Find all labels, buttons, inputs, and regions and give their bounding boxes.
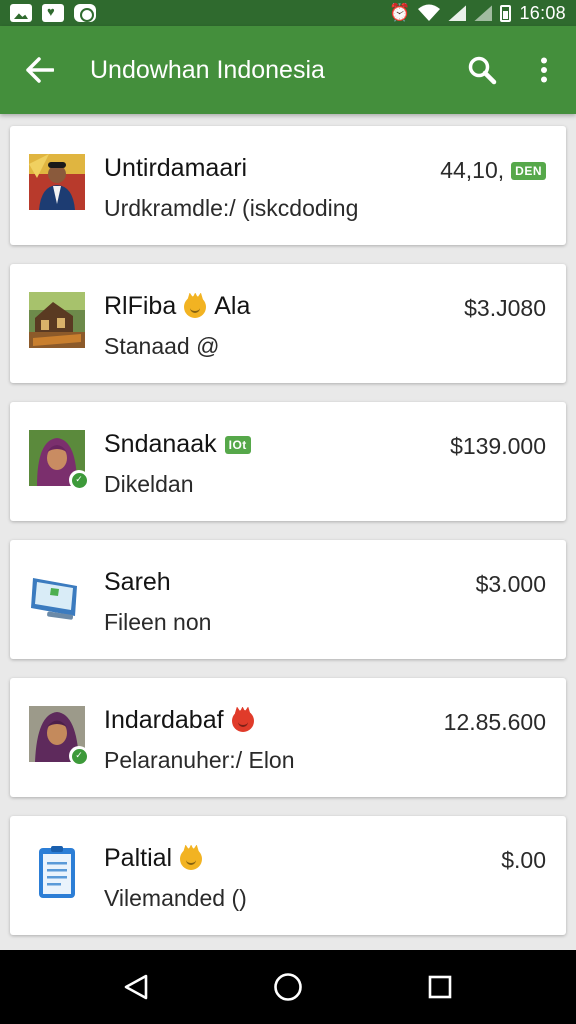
square-recents-icon (428, 975, 452, 999)
status-badge: DEN (511, 161, 546, 180)
page-title: Undowhan Indonesia (90, 55, 325, 84)
item-name: Indardabaf (104, 706, 224, 734)
list-item[interactable]: ✓ Sndanaak IOt Dikeldan $139.000 (10, 402, 566, 521)
item-amount: 12.85.600 (443, 709, 546, 735)
app-notification-icon (74, 4, 96, 22)
status-badge: IOt (224, 435, 251, 454)
item-name-suffix: Ala (214, 292, 251, 320)
man-photo-avatar (29, 154, 85, 210)
battery-icon (500, 4, 512, 22)
list-item[interactable]: Sareh Fileen non $3.000 (10, 540, 566, 659)
list-item[interactable]: ✓ Indardabaf Pelaranuher:/ Elon 12.85.60… (10, 678, 566, 797)
house-photo-avatar (29, 292, 85, 348)
status-bar: ⏰ 16:08 (0, 0, 576, 26)
signal-icon (474, 5, 493, 21)
list-item[interactable]: Untirdamaari Urdkramdle:/ (iskcdoding 44… (10, 126, 566, 245)
item-subtitle: Vilemanded () (104, 885, 247, 911)
image-notification-icon (10, 4, 32, 22)
shield-notification-icon (42, 4, 64, 22)
item-amount: $.00 (501, 847, 546, 873)
woman-hijab-avatar: ✓ (29, 430, 89, 490)
item-name: RlFiba (104, 292, 177, 320)
monitor-icon (29, 568, 85, 624)
woman-hijab-avatar: ✓ (29, 706, 89, 766)
item-list: Untirdamaari Urdkramdle:/ (iskcdoding 44… (10, 126, 566, 954)
item-subtitle: Urdkramdle:/ (iskcdoding (104, 195, 359, 221)
item-subtitle: Pelaranuher:/ Elon (104, 747, 295, 773)
crown-emoji-icon (184, 295, 207, 318)
verified-icon: ✓ (69, 470, 89, 490)
item-amount: $3.J080 (464, 295, 546, 321)
nav-back-button[interactable] (106, 957, 166, 1017)
item-amount: $3.000 (475, 571, 546, 597)
list-item[interactable]: Paltial Vilemanded () $.00 (10, 816, 566, 935)
search-button[interactable] (452, 26, 512, 114)
clock: 16:08 (519, 2, 566, 23)
document-icon (29, 844, 85, 900)
crown-emoji-icon (180, 847, 203, 870)
more-vert-icon (541, 57, 547, 83)
more-options-button[interactable] (512, 26, 576, 114)
verified-icon: ✓ (69, 746, 89, 766)
item-name: Paltial (104, 844, 173, 872)
item-subtitle: Stanaad @ (104, 333, 220, 359)
item-name: Untirdamaari (104, 154, 248, 182)
system-navigation-bar (0, 950, 576, 1024)
circle-home-icon (274, 973, 302, 1001)
item-amount: $139.000 (450, 433, 546, 459)
search-icon (468, 56, 497, 85)
alarm-icon: ⏰ (389, 2, 411, 23)
item-subtitle: Dikeldan (104, 471, 194, 497)
item-subtitle: Fileen non (104, 609, 212, 635)
item-amount: 44,10, (440, 157, 505, 183)
nav-home-button[interactable] (258, 957, 318, 1017)
app-bar: Undowhan Indonesia (0, 26, 576, 114)
triangle-back-icon (124, 974, 148, 1000)
red-crown-emoji-icon (231, 709, 254, 732)
item-name: Sareh (104, 568, 171, 596)
back-button[interactable] (0, 26, 80, 114)
wifi-icon (418, 4, 441, 21)
nav-recents-button[interactable] (410, 957, 470, 1017)
item-name: Sndanaak (104, 430, 217, 458)
list-item[interactable]: RlFiba Ala Stanaad @ $3.J080 (10, 264, 566, 383)
signal-icon (448, 5, 467, 21)
arrow-back-icon (26, 57, 54, 83)
